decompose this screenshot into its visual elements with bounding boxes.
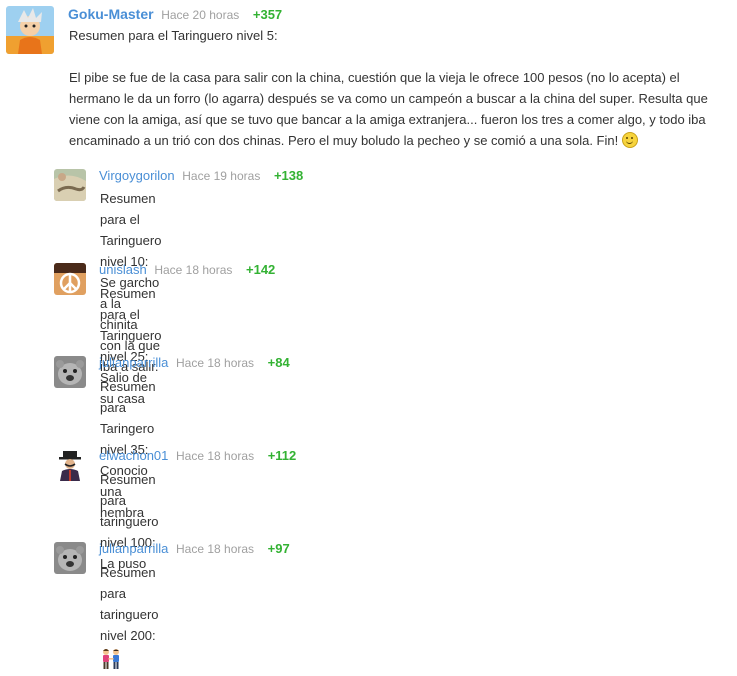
avatar[interactable] xyxy=(54,542,86,574)
timestamp: Hace 20 horas xyxy=(161,8,240,22)
score: +112 xyxy=(267,448,297,463)
comment-text: El pibe se fue de la casa para salir con… xyxy=(69,70,708,148)
score: +138 xyxy=(273,168,304,183)
username[interactable]: julianparrilla xyxy=(99,355,168,370)
avatar[interactable] xyxy=(54,263,86,295)
score: +84 xyxy=(267,355,290,370)
username[interactable]: unislash xyxy=(99,262,147,277)
timestamp: Hace 18 horas xyxy=(176,356,255,370)
avatar[interactable] xyxy=(54,356,86,388)
comment-heading: Resumen para el Taringuero nivel 10: xyxy=(100,191,162,269)
comment-heading: Resumen para el Taringuero nivel 5: xyxy=(69,28,278,43)
username[interactable]: Goku-Master xyxy=(68,6,154,22)
timestamp: Hace 18 horas xyxy=(176,542,255,556)
username[interactable]: Virgoygorilon xyxy=(99,168,175,183)
avatar[interactable] xyxy=(54,169,86,201)
avatar[interactable] xyxy=(54,449,86,481)
timestamp: Hace 19 horas xyxy=(182,169,261,183)
couple-holding-hands-icon xyxy=(100,648,122,676)
timestamp: Hace 18 horas xyxy=(154,263,233,277)
score: +357 xyxy=(252,7,283,22)
comment-heading: Resumen para taringuero nivel 200: xyxy=(100,565,159,643)
username[interactable]: elwachon01 xyxy=(99,448,168,463)
avatar[interactable] xyxy=(6,6,54,54)
score: +97 xyxy=(267,541,290,556)
timestamp: Hace 18 horas xyxy=(176,449,255,463)
smiley-icon xyxy=(621,132,638,148)
username[interactable]: julianparrilla xyxy=(99,541,168,556)
score: +142 xyxy=(246,262,276,277)
